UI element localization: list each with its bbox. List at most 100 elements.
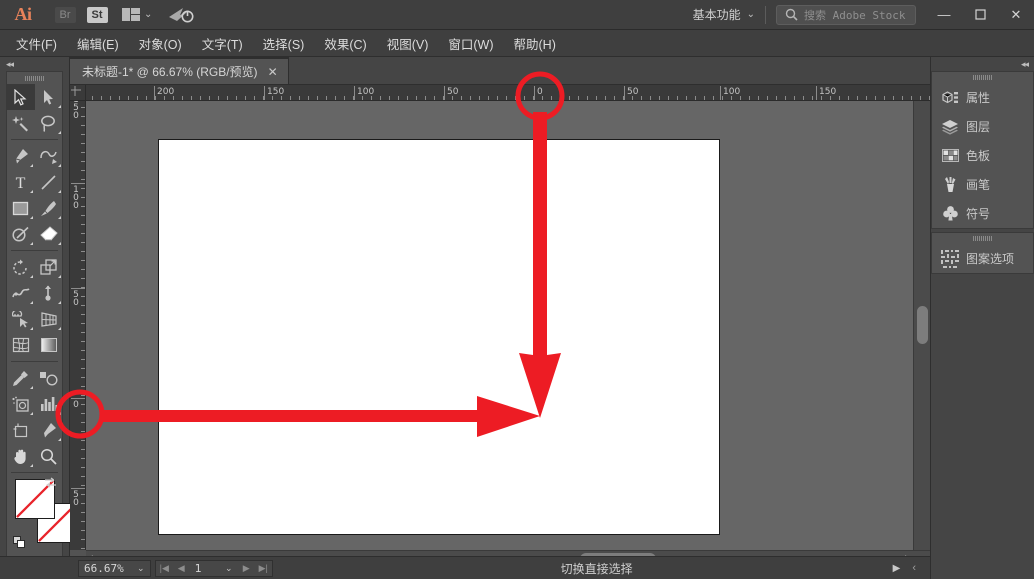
stock-button[interactable]: St	[84, 4, 110, 26]
panel-properties[interactable]: 属性	[932, 83, 1033, 112]
menu-select[interactable]: 选择(S)	[253, 30, 315, 57]
menu-view[interactable]: 视图(V)	[377, 30, 439, 57]
hand-tool[interactable]	[7, 443, 35, 469]
status-resize-icon[interactable]: ‹	[912, 562, 930, 574]
menu-effect[interactable]: 效果(C)	[314, 30, 376, 57]
artboard-tool[interactable]	[7, 417, 35, 443]
close-icon[interactable]: ✕	[268, 65, 278, 79]
chevron-down-icon[interactable]: ⌄	[132, 563, 150, 574]
document-tab[interactable]: 未标题-1* @ 66.67% (RGB/预览) ✕	[70, 57, 289, 84]
menu-edit[interactable]: 编辑(E)	[67, 30, 129, 57]
adobe-stock-search[interactable]: 搜索 Adobe Stock	[776, 5, 916, 25]
artboard[interactable]	[158, 139, 720, 535]
eraser-tool[interactable]	[35, 221, 63, 247]
prev-artboard-button[interactable]: ◀	[173, 563, 190, 574]
free-transform-tool[interactable]	[35, 280, 63, 306]
ruler-tick	[81, 386, 85, 387]
direct-selection-tool[interactable]	[35, 84, 63, 110]
panel-group-grip[interactable]	[932, 233, 1033, 244]
eyedropper-tool[interactable]	[7, 365, 35, 391]
selection-tool[interactable]	[7, 84, 35, 110]
ruler-origin-corner[interactable]	[70, 85, 86, 101]
cc-sync-icon[interactable]	[168, 7, 194, 23]
ruler-tick	[81, 422, 85, 423]
panel-brushes[interactable]: 画笔	[932, 170, 1033, 199]
ruler-tick	[236, 96, 237, 100]
vertical-scrollbar-thumb[interactable]	[917, 306, 928, 344]
menu-window[interactable]: 窗口(W)	[438, 30, 503, 57]
ruler-tick	[81, 107, 85, 108]
menu-type[interactable]: 文字(T)	[192, 30, 253, 57]
rotate-tool[interactable]	[7, 254, 35, 280]
ruler-tick	[81, 242, 85, 243]
width-tool[interactable]	[7, 280, 35, 306]
ruler-tick	[81, 134, 85, 135]
ruler-label: 200	[157, 87, 174, 97]
collapse-tools-icon[interactable]: ◂◂	[0, 57, 69, 71]
swap-fill-stroke-icon[interactable]	[44, 477, 57, 492]
zoom-level-field[interactable]: 66.67% ⌄	[78, 560, 151, 577]
paintbrush-tool[interactable]	[35, 195, 63, 221]
close-button[interactable]: ✕	[998, 0, 1034, 30]
shaper-tool[interactable]	[7, 221, 35, 247]
ruler-tick	[81, 494, 85, 495]
panel-swatches[interactable]: 色板	[932, 141, 1033, 170]
default-fill-stroke-icon[interactable]	[13, 536, 26, 549]
type-tool[interactable]: T	[7, 169, 35, 195]
scale-tool[interactable]	[35, 254, 63, 280]
perspective-grid-tool[interactable]	[35, 306, 63, 332]
ruler-tick	[81, 440, 85, 441]
ruler-tick	[81, 476, 85, 477]
ruler-tick	[578, 96, 579, 100]
symbol-sprayer-tool[interactable]	[7, 391, 35, 417]
bridge-button[interactable]: Br	[52, 4, 78, 26]
column-graph-tool[interactable]	[35, 391, 63, 417]
vertical-ruler[interactable]: 15010050050	[70, 85, 86, 550]
panel-pattern-options[interactable]: 图案选项	[932, 244, 1033, 273]
ruler-tick	[551, 96, 552, 100]
panel-group-secondary: 图案选项	[931, 232, 1034, 274]
vertical-scrollbar[interactable]	[913, 101, 930, 550]
curvature-tool[interactable]	[35, 143, 63, 169]
ruler-tick	[920, 96, 921, 100]
status-menu-icon[interactable]: ▶	[881, 563, 913, 574]
panel-symbols[interactable]: 符号	[932, 199, 1033, 228]
lasso-tool[interactable]	[35, 110, 63, 136]
minimize-button[interactable]: —	[926, 0, 962, 30]
menu-help[interactable]: 帮助(H)	[504, 30, 566, 57]
first-artboard-button[interactable]: |◀	[156, 563, 173, 574]
mesh-tool[interactable]	[7, 332, 35, 358]
zoom-tool[interactable]	[35, 443, 63, 469]
ruler-tick	[200, 96, 201, 100]
ruler-tick	[785, 96, 786, 100]
chevron-down-icon[interactable]: ⌄	[220, 563, 238, 574]
magic-wand-tool[interactable]	[7, 110, 35, 136]
arrange-documents-icon[interactable]: ⌄	[122, 8, 152, 21]
search-input[interactable]: 搜索 Adobe Stock	[804, 7, 905, 23]
gradient-tool[interactable]	[35, 332, 63, 358]
canvas-area[interactable]	[86, 101, 930, 550]
ruler-tick	[560, 96, 561, 100]
workspace-switcher[interactable]: 基本功能 ⌄	[683, 6, 765, 23]
ruler-tick	[470, 96, 471, 100]
menu-object[interactable]: 对象(O)	[129, 30, 192, 57]
panel-layers[interactable]: 图层	[932, 112, 1033, 141]
shape-builder-tool[interactable]	[7, 306, 35, 332]
menu-file[interactable]: 文件(F)	[6, 30, 67, 57]
collapse-panel-icon[interactable]: ◂◂	[931, 57, 1034, 71]
slice-tool[interactable]	[35, 417, 63, 443]
ruler-tick	[875, 96, 876, 100]
maximize-button[interactable]	[962, 0, 998, 30]
tools-panel-grip[interactable]	[7, 72, 62, 84]
blend-tool[interactable]	[35, 365, 63, 391]
last-artboard-button[interactable]: ▶|	[255, 563, 272, 574]
ruler-tick	[81, 170, 85, 171]
artboard-number-value[interactable]: 1	[190, 562, 220, 575]
next-artboard-button[interactable]: ▶	[238, 563, 255, 574]
rectangle-tool[interactable]	[7, 195, 35, 221]
panel-group-grip[interactable]	[932, 72, 1033, 83]
pen-tool[interactable]	[7, 143, 35, 169]
horizontal-ruler[interactable]: 20015010050050100150	[70, 85, 930, 101]
ruler-tick	[416, 96, 417, 100]
line-segment-tool[interactable]	[35, 169, 63, 195]
